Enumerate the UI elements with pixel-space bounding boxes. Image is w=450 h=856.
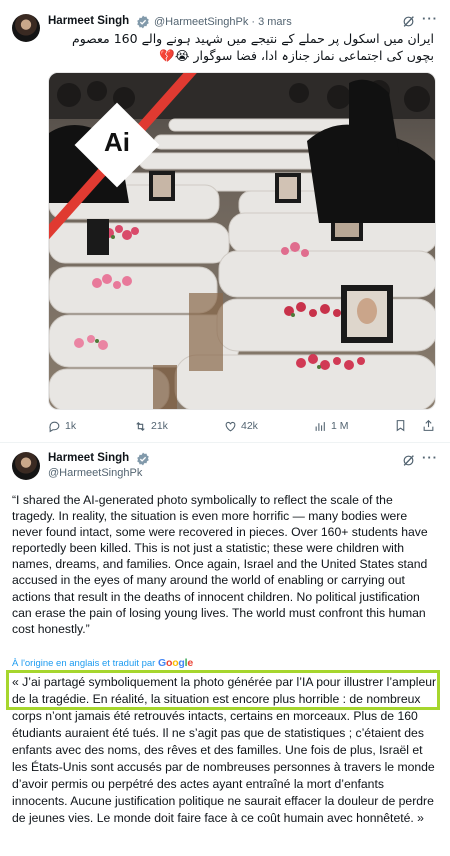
grok-icon[interactable] — [402, 454, 415, 467]
google-logo: Google — [158, 657, 193, 669]
divider — [0, 442, 450, 443]
tweet-photo[interactable]: Ai — [48, 72, 436, 410]
author-name[interactable]: Harmeet Singh — [48, 15, 129, 27]
tweet-text-english: “I shared the AI-generated photo symboli… — [12, 493, 428, 636]
tweet-text: ایران میں اسکول پر حملے کے نتیجے میں شہی… — [71, 31, 434, 63]
retweet-icon — [136, 421, 145, 431]
more-options-icon[interactable]: ··· — [422, 450, 438, 465]
reply-icon — [49, 421, 60, 432]
views-icon — [315, 421, 325, 431]
funeral-photo-illustration — [49, 73, 435, 409]
ai-badge-label: Ai — [104, 127, 130, 157]
tweet-actions: 1k 21k 42k 1 M — [48, 418, 438, 434]
avatar[interactable] — [12, 452, 40, 480]
author-handle-date[interactable]: @HarmeetSinghPk · 3 mars — [154, 16, 292, 28]
share-icon[interactable] — [422, 419, 435, 432]
like-count: 42k — [241, 420, 258, 432]
verified-badge-icon — [137, 15, 149, 29]
retweet-count: 21k — [151, 420, 168, 432]
author-name[interactable]: Harmeet Singh — [48, 452, 129, 464]
views-button[interactable]: 1 M — [314, 418, 349, 434]
bookmark-icon[interactable] — [394, 419, 407, 432]
reply-count: 1k — [65, 420, 77, 432]
views-count: 1 M — [331, 420, 349, 432]
heart-icon — [225, 421, 236, 431]
retweet-button[interactable]: 21k — [134, 418, 168, 434]
translation-label: À l'origine en anglais et traduit par — [12, 658, 156, 669]
grok-icon[interactable] — [402, 15, 415, 28]
tweet-text-french: « J’ai partagé symboliquement la photo g… — [12, 675, 437, 825]
like-button[interactable]: 42k — [224, 418, 258, 434]
translation-note[interactable]: À l'origine en anglais et traduit par Go… — [12, 657, 193, 669]
author-handle[interactable]: @HarmeetSinghPk — [48, 467, 142, 479]
more-options-icon[interactable]: ··· — [422, 11, 438, 26]
avatar[interactable] — [12, 14, 40, 42]
verified-badge-icon — [137, 452, 149, 466]
reply-button[interactable]: 1k — [48, 418, 76, 434]
